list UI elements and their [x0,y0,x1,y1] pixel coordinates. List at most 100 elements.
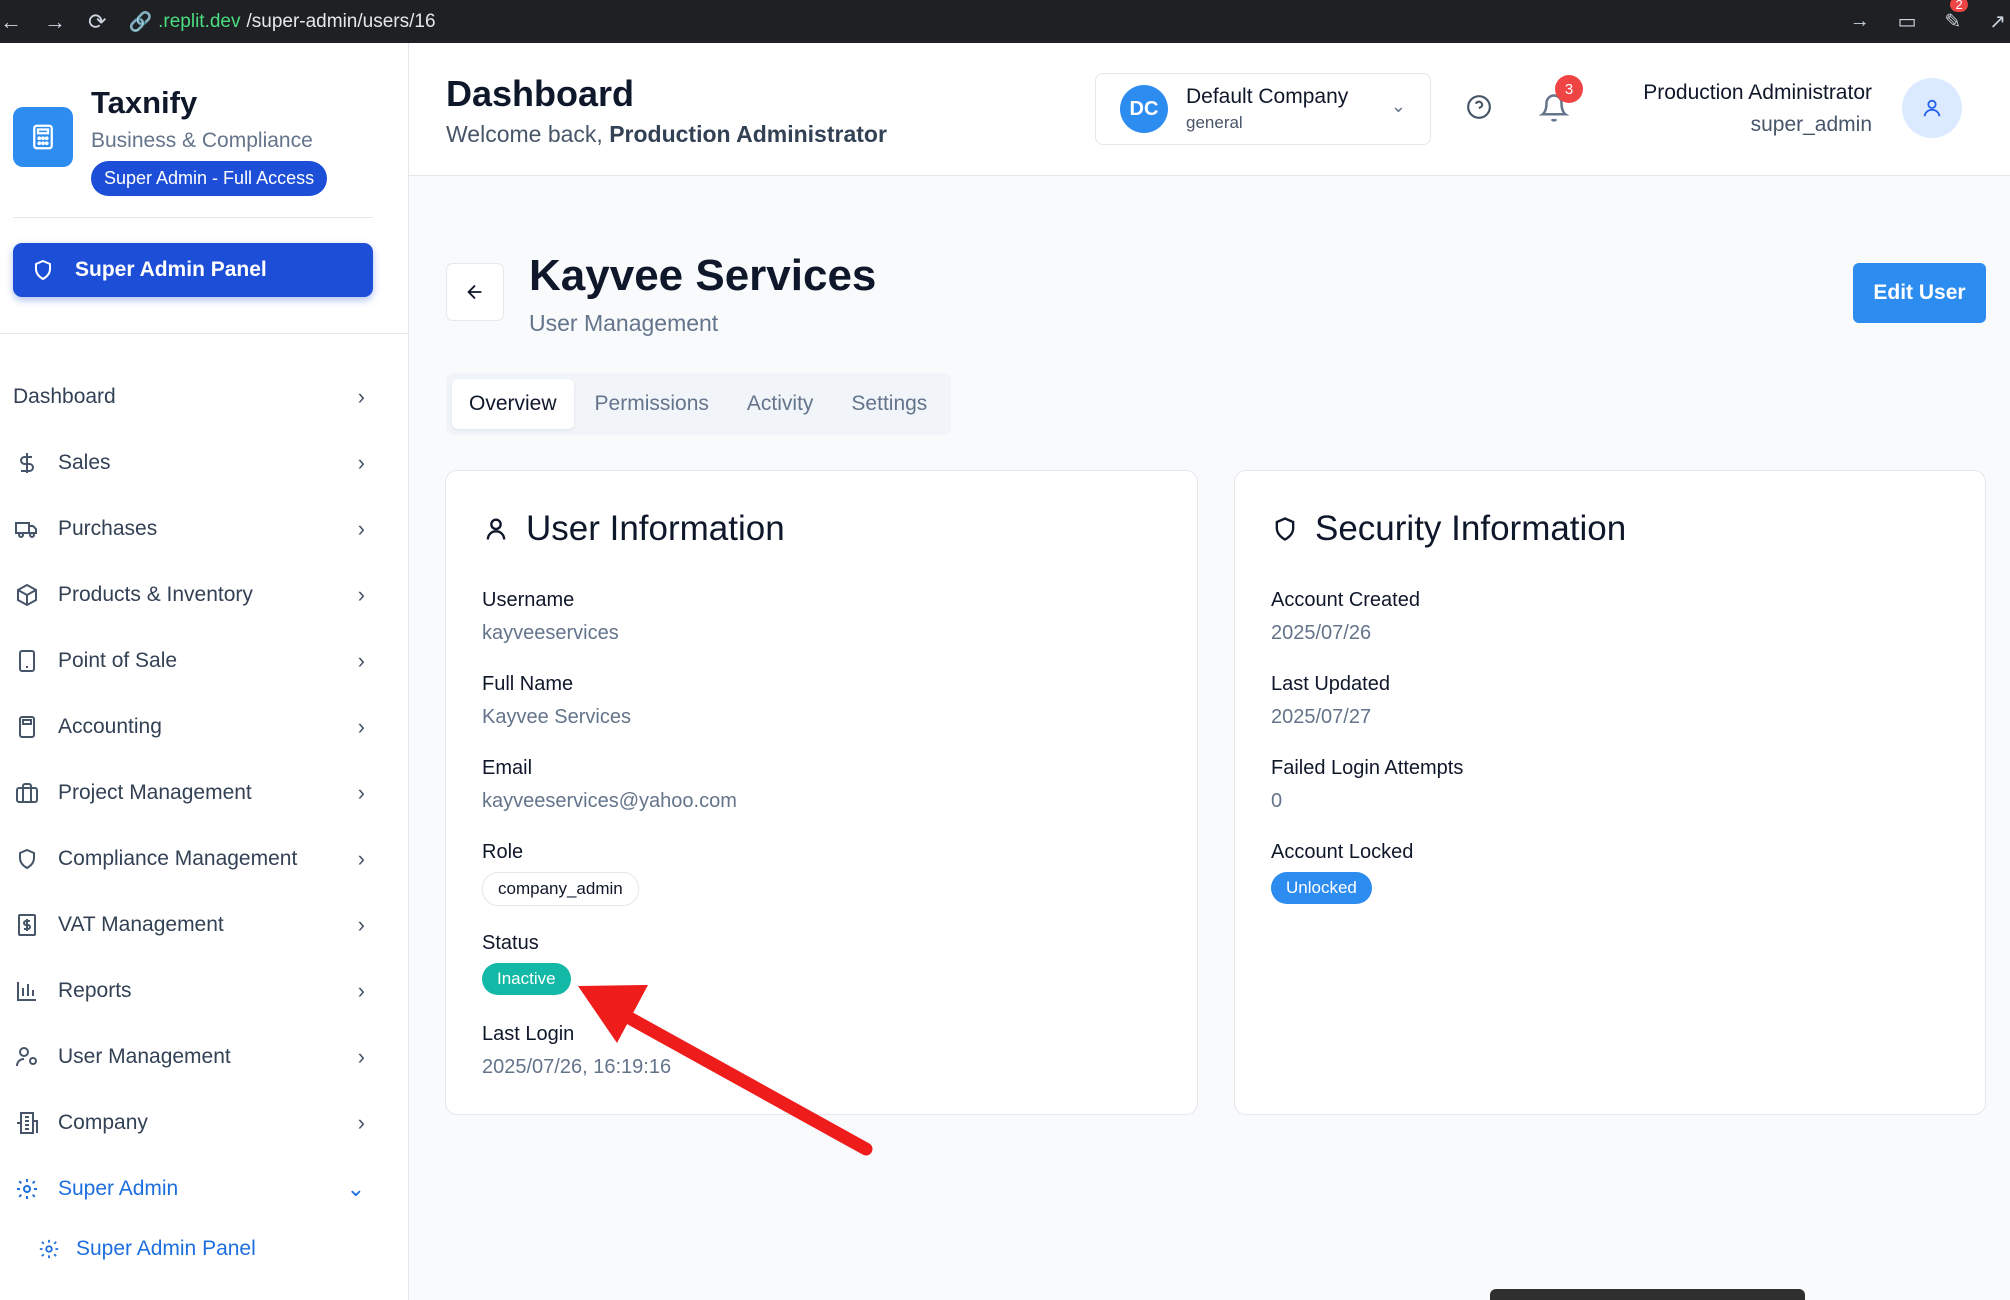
welcome-prefix: Welcome back, [446,121,610,147]
shield-icon [1275,517,1295,541]
brand[interactable]: Taxnify Business & Compliance Super Admi… [13,83,328,196]
sidebar-item-label: Products & Inventory [58,583,253,606]
edit-user-button[interactable]: Edit User [1853,263,1986,323]
chevron-right-icon: › [357,978,365,1003]
field-label: Account Created [1271,589,1420,611]
sidebar-item-accounting[interactable]: Accounting › [13,707,373,747]
address-bar[interactable]: 🔗 .replit.dev/super-admin/users/16 [128,10,435,34]
sidebar-item-label: Project Management [58,781,252,804]
browser-actions: → ▭ ✎ 2 ↗ [1850,0,2010,43]
brand-subtitle: Business & Compliance [91,129,313,152]
avatar[interactable] [1902,78,1962,138]
monitor-icon[interactable]: ▭ [1898,9,1917,34]
tab-activity[interactable]: Activity [730,379,831,429]
sidebar-item-reports[interactable]: Reports › [13,971,373,1011]
email-field: Email kayveeservices@yahoo.com [482,757,737,813]
status-field: Status Inactive [482,932,571,995]
building-icon [13,1109,41,1137]
field-label: Role [482,841,524,863]
user-information-title: User Information [482,509,785,549]
field-value: 2025/07/26 [1271,622,1372,644]
sidebar-item-dashboard[interactable]: Dashboard › [13,377,373,417]
link-icon: 🔗 [128,11,153,33]
sidebar-item-user-management[interactable]: User Management › [13,1037,373,1077]
bottom-overlay-bar [1490,1289,1805,1300]
sidebar-item-project-management[interactable]: Project Management › [13,773,373,813]
sidebar-item-point-of-sale[interactable]: Point of Sale › [13,641,373,681]
tab-permissions[interactable]: Permissions [578,379,726,429]
divider [13,217,373,218]
sidebar-item-vat-management[interactable]: VAT Management › [13,905,373,945]
sidebar-item-label: User Management [58,1045,231,1068]
tab-list: Overview Permissions Activity Settings [446,373,951,435]
super-admin-panel-button[interactable]: Super Admin Panel [13,243,373,297]
sidebar-item-label: VAT Management [58,913,224,936]
chevron-down-icon: ⌄ [1390,96,1406,116]
access-badge: Super Admin - Full Access [91,161,328,196]
sidebar-item-compliance-management[interactable]: Compliance Management › [13,839,373,879]
forward-icon[interactable]: → [44,9,66,35]
extension-icon[interactable]: ✎ 2 [1944,0,1968,34]
truck-icon [13,515,41,543]
tablet-icon [13,647,41,675]
sidebar-item-label: Compliance Management [58,847,298,870]
chevron-right-icon: › [357,450,365,475]
calculator-logo-icon [13,107,73,167]
lock-status-badge: Unlocked [1271,872,1372,904]
user-info[interactable]: Production Administrator super_admin [1643,81,1872,137]
security-information-card: Security Information Account Created 202… [1234,470,1986,1115]
calculator-icon [13,713,41,741]
username-field: Username kayveeservices [482,589,619,645]
tab-overview[interactable]: Overview [452,379,574,429]
chevron-right-icon: › [357,384,365,409]
last-login-field: Last Login 2025/07/26, 16:19:16 [482,1023,671,1079]
sidebar-item-sales[interactable]: Sales › [13,443,373,483]
external-link-icon[interactable]: ↗ [1989,9,2006,34]
field-value: 2025/07/26, 16:19:16 [482,1056,672,1078]
chevron-right-icon: › [357,516,365,541]
company-name: Default Company [1186,85,1349,108]
page-title: Kayvee Services [529,251,877,300]
field-value: kayveeservices@yahoo.com [482,790,737,812]
sidebar-item-purchases[interactable]: Purchases › [13,509,373,549]
security-information-title: Security Information [1271,509,1626,549]
company-type: general [1186,113,1243,132]
chevron-right-icon: › [357,846,365,871]
extension-badge: 2 [1950,0,1968,12]
package-icon [13,581,41,609]
field-label: Last Login [482,1023,575,1045]
welcome-text: Welcome back, Production Administrator [446,121,887,148]
chevron-down-icon: ⌄ [346,1176,365,1201]
status-badge: Inactive [482,963,571,995]
field-label: Status [482,932,539,954]
field-label: Email [482,757,533,779]
notification-badge: 3 [1555,75,1583,103]
back-icon[interactable]: ← [0,9,22,35]
reload-icon[interactable]: ⟳ [88,9,106,35]
sidebar-item-products-inventory[interactable]: Products & Inventory › [13,575,373,615]
fullname-field: Full Name Kayvee Services [482,673,631,729]
company-avatar: DC [1120,85,1168,133]
company-selector[interactable]: DC Default Company general ⌄ [1095,73,1431,145]
briefcase-icon [13,779,41,807]
url-path: /super-admin/users/16 [246,10,436,32]
arrow-left-icon [467,284,482,300]
role-field: Role company_admin [482,841,639,906]
sidebar-item-company[interactable]: Company › [13,1103,373,1143]
back-button[interactable] [446,263,504,321]
sidebar-subitem-super-admin-panel[interactable]: Super Admin Panel [38,1231,338,1267]
chevron-right-icon: › [357,1044,365,1069]
welcome-name: Production Administrator [609,121,887,147]
shield-icon [13,845,41,873]
sidebar-item-label: Company [58,1111,148,1134]
tab-settings[interactable]: Settings [834,379,944,429]
forward-small-icon[interactable]: → [1850,10,1870,33]
sidebar-item-super-admin[interactable]: Super Admin ⌄ [13,1169,373,1209]
header-title: Dashboard [446,73,635,114]
chevron-right-icon: › [357,714,365,739]
chevron-right-icon: › [357,648,365,673]
field-value: kayveeservices [482,622,619,644]
page-subtitle: User Management [529,310,719,336]
user-information-card: User Information Username kayveeservices… [445,470,1198,1115]
help-icon[interactable] [1466,94,1492,120]
